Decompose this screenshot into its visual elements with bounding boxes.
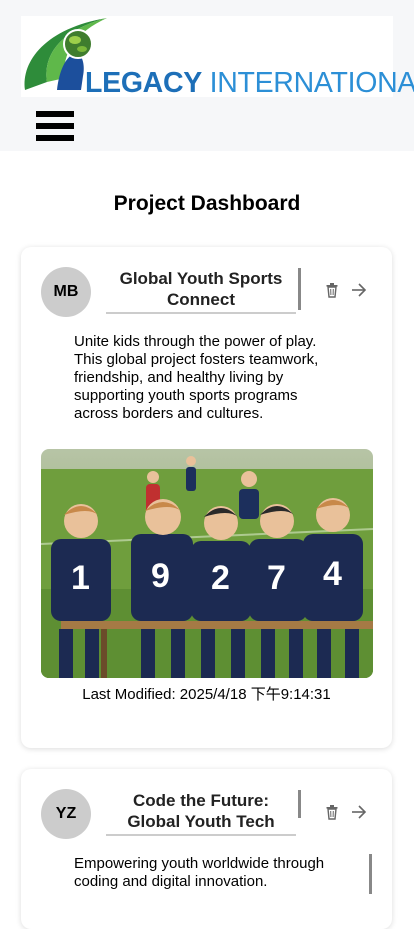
legacy-international-logo[interactable]: LEGACY INTERNATIONAL bbox=[21, 16, 393, 97]
menu-bar-line bbox=[36, 135, 74, 141]
menu-bar-line bbox=[36, 111, 74, 117]
project-title[interactable]: Global Youth Sports Connect bbox=[106, 268, 296, 314]
hamburger-menu-icon[interactable] bbox=[36, 111, 74, 142]
app-header: LEGACY INTERNATIONAL bbox=[0, 0, 414, 151]
svg-text:1: 1 bbox=[71, 559, 90, 597]
trash-icon[interactable] bbox=[322, 802, 342, 822]
svg-text:2: 2 bbox=[211, 559, 230, 597]
project-avatar: YZ bbox=[41, 789, 91, 839]
last-modified-text: Last Modified: 2025/4/18 下午9:14:31 bbox=[21, 686, 392, 704]
page-title: Project Dashboard bbox=[0, 192, 414, 216]
title-scrollbar[interactable] bbox=[298, 268, 301, 310]
project-description: Empowering youth worldwide through codin… bbox=[74, 855, 344, 891]
arrow-right-icon[interactable] bbox=[349, 802, 369, 822]
youth-soccer-team-photo: 1 9 2 7 4 bbox=[41, 449, 373, 678]
project-card[interactable]: YZ Code the Future: Global Youth Tech Em… bbox=[21, 769, 392, 929]
project-title[interactable]: Code the Future: Global Youth Tech bbox=[106, 790, 296, 836]
svg-text:7: 7 bbox=[267, 559, 286, 597]
description-scrollbar[interactable] bbox=[369, 854, 372, 894]
svg-text:4: 4 bbox=[323, 555, 342, 593]
trash-icon[interactable] bbox=[322, 280, 342, 300]
menu-bar-line bbox=[36, 123, 74, 129]
project-card[interactable]: MB Global Youth Sports Connect Unite kid… bbox=[21, 247, 392, 748]
title-scrollbar[interactable] bbox=[298, 790, 301, 818]
logo-text: LEGACY INTERNATIONAL bbox=[85, 68, 414, 98]
svg-text:9: 9 bbox=[151, 557, 170, 595]
project-avatar: MB bbox=[41, 267, 91, 317]
project-description: Unite kids through the power of play. Th… bbox=[74, 333, 344, 423]
arrow-right-icon[interactable] bbox=[349, 280, 369, 300]
